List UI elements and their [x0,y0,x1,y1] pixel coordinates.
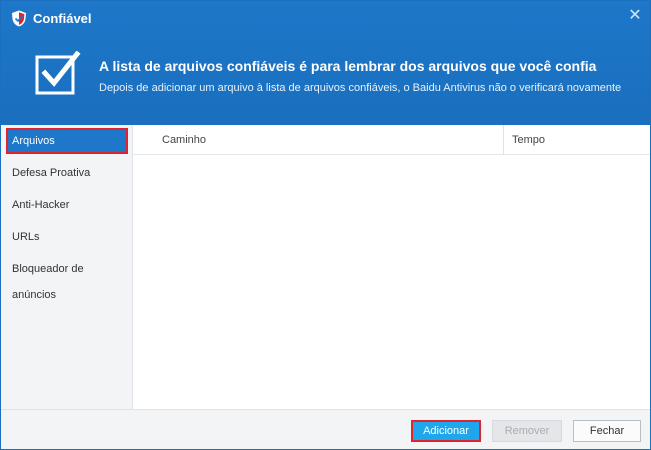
dialog-body: Arquivos Defesa Proativa Anti-Hacker URL… [1,125,650,409]
baidu-antivirus-shield-icon [12,10,26,27]
remove-button[interactable]: Remover [492,420,562,442]
sidebar-item-bloqueador-de-anuncios[interactable]: Bloqueador de anúncios [6,256,128,301]
banner-headline: A lista de arquivos confiáveis é para le… [99,58,597,74]
column-header-caminho[interactable]: Caminho [133,125,504,155]
add-button[interactable]: Adicionar [411,420,481,442]
checkmark-icon [35,51,81,95]
trusted-dialog: Confiável ✕ A lista de arquivos confiáve… [0,0,651,450]
banner-subline: Depois de adicionar um arquivo à lista d… [99,82,622,94]
sidebar-item-arquivos[interactable]: Arquivos [6,128,128,154]
trusted-files-table[interactable]: Caminho Tempo [133,125,650,409]
sidebar-item-urls[interactable]: URLs [6,224,128,250]
sidebar-item-anti-hacker[interactable]: Anti-Hacker [6,192,128,218]
close-icon[interactable]: ✕ [626,7,644,25]
dialog-footer: Adicionar Remover Fechar [1,409,650,449]
sidebar-item-defesa-proativa[interactable]: Defesa Proativa [6,160,128,186]
close-button[interactable]: Fechar [573,420,641,442]
column-header-tempo[interactable]: Tempo [504,125,650,155]
dialog-header: Confiável ✕ A lista de arquivos confiáve… [1,1,650,125]
window-title: Confiável [33,11,92,26]
category-sidebar: Arquivos Defesa Proativa Anti-Hacker URL… [1,125,133,409]
